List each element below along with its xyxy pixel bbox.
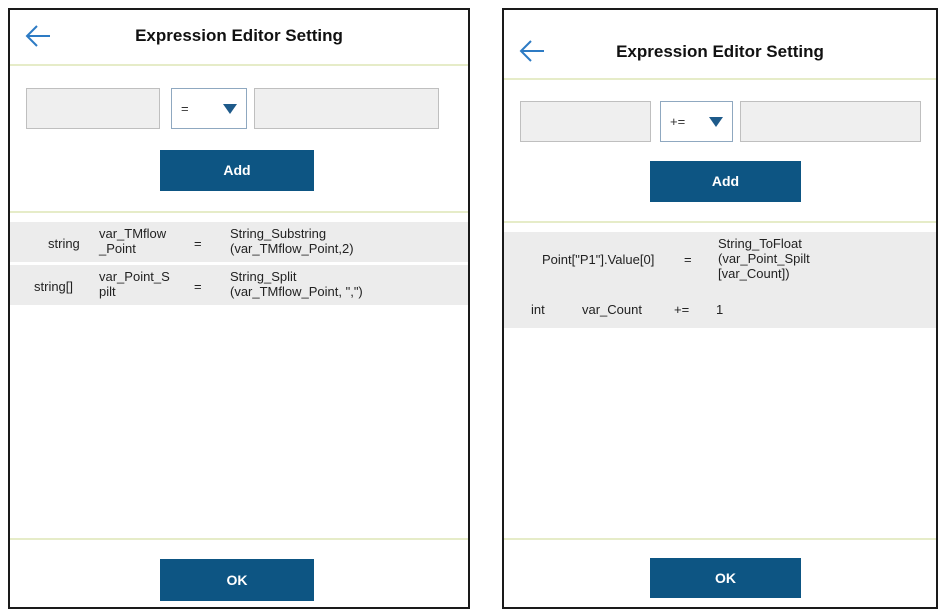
expression-input[interactable]	[254, 88, 439, 129]
add-button[interactable]: Add	[650, 161, 801, 202]
row-value: 1	[716, 302, 724, 317]
expression-row[interactable]: Point["P1"].Value[0] = String_ToFloat (v…	[504, 232, 936, 290]
row-operator: +=	[674, 302, 690, 317]
divider	[10, 538, 468, 540]
caret-down-icon	[709, 117, 723, 127]
row-variable: var_TMflow _Point	[99, 226, 167, 256]
operator-value: +=	[670, 114, 686, 129]
row-operator: =	[194, 279, 202, 294]
divider	[504, 538, 936, 540]
row-value: String_ToFloat (var_Point_Spilt [var_Cou…	[718, 236, 810, 281]
expression-row[interactable]: int var_Count += 1	[504, 290, 936, 328]
operator-value: =	[181, 101, 189, 116]
variable-input[interactable]	[520, 101, 651, 142]
ok-button[interactable]: OK	[650, 558, 801, 598]
page-title: Expression Editor Setting	[135, 26, 343, 45]
row-type: string	[48, 236, 80, 251]
row-variable: var_Point_S pilt	[99, 269, 170, 299]
row-type: string[]	[34, 279, 74, 294]
expression-input[interactable]	[740, 101, 921, 142]
ok-button[interactable]: OK	[160, 559, 314, 601]
page-title: Expression Editor Setting	[616, 42, 824, 61]
expression-editor-panel-right: Expression Editor Setting += Add Point["…	[502, 8, 938, 609]
add-button[interactable]: Add	[160, 150, 314, 191]
expression-row[interactable]: string[] var_Point_S pilt = String_Split…	[10, 265, 468, 305]
operator-select[interactable]: +=	[660, 101, 733, 142]
row-variable: var_Count	[582, 302, 642, 317]
expression-row[interactable]: string var_TMflow _Point = String_Substr…	[10, 222, 468, 262]
header: Expression Editor Setting	[504, 24, 936, 80]
operator-select[interactable]: =	[171, 88, 247, 129]
row-operator: =	[684, 252, 692, 267]
row-operator: =	[194, 236, 202, 251]
divider	[10, 211, 468, 213]
divider	[504, 221, 936, 223]
variable-input[interactable]	[26, 88, 160, 129]
header: Expression Editor Setting	[10, 10, 468, 66]
row-type: int	[531, 302, 545, 317]
row-value: String_Substring (var_TMflow_Point,2)	[230, 226, 354, 256]
expression-editor-panel-left: Expression Editor Setting = Add string v…	[8, 8, 470, 609]
caret-down-icon	[223, 104, 237, 114]
row-target: Point["P1"].Value[0]	[542, 252, 655, 267]
row-value: String_Split (var_TMflow_Point, ",")	[230, 269, 363, 299]
